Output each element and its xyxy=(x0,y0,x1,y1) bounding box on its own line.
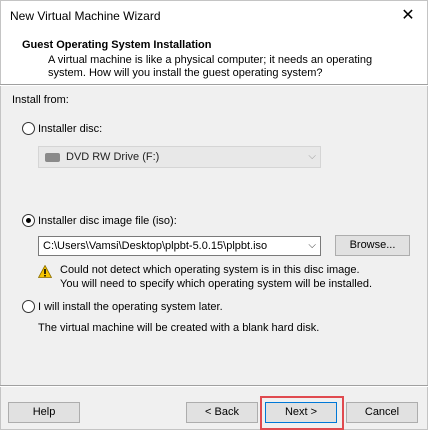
install-later-note: The virtual machine will be created with… xyxy=(38,322,320,334)
radio-circle[interactable] xyxy=(22,300,35,313)
iso-path-combobox[interactable]: C:\Users\Vamsi\Desktop\plpbt-5.0.15\plpb… xyxy=(38,236,321,256)
help-button[interactable]: Help xyxy=(8,402,80,423)
chevron-down-icon[interactable]: ⌵ xyxy=(308,240,316,251)
chevron-down-icon: ⌵ xyxy=(308,151,316,162)
install-from-label: Install from: xyxy=(12,94,69,106)
warning-icon xyxy=(38,265,52,278)
window-title: New Virtual Machine Wizard xyxy=(10,9,161,23)
cancel-button[interactable]: Cancel xyxy=(346,402,418,423)
warning-line-2: You will need to specify which operating… xyxy=(60,278,373,290)
radio-label: Installer disc image file (iso): xyxy=(38,214,177,227)
iso-path-value[interactable]: C:\Users\Vamsi\Desktop\plpbt-5.0.15\plpb… xyxy=(43,240,267,252)
disc-drive-select: DVD RW Drive (F:) ⌵ xyxy=(38,146,321,168)
warning-message: Could not detect which operating system … xyxy=(60,263,372,291)
page-description: A virtual machine is like a physical com… xyxy=(48,54,373,79)
wizard-header: Guest Operating System Installation A vi… xyxy=(0,31,428,84)
radio-iso-image[interactable]: Installer disc image file (iso): xyxy=(22,214,177,227)
next-button-highlight xyxy=(260,396,344,430)
browse-button[interactable]: Browse... xyxy=(335,235,410,256)
title-bar: New Virtual Machine Wizard ✕ xyxy=(0,0,428,31)
dvd-drive-icon xyxy=(45,152,60,162)
radio-installer-disc[interactable]: Installer disc: xyxy=(22,122,102,135)
disc-drive-value: DVD RW Drive (F:) xyxy=(66,151,160,163)
wizard-body xyxy=(0,86,428,430)
radio-circle[interactable] xyxy=(22,214,35,227)
radio-circle[interactable] xyxy=(22,122,35,135)
footer-divider xyxy=(0,385,428,387)
radio-label: I will install the operating system late… xyxy=(38,300,223,313)
radio-label: Installer disc: xyxy=(38,122,103,135)
radio-install-later[interactable]: I will install the operating system late… xyxy=(22,300,223,313)
page-title: Guest Operating System Installation xyxy=(22,39,212,51)
warning-line-1: Could not detect which operating system … xyxy=(60,264,360,276)
back-button[interactable]: < Back xyxy=(186,402,258,423)
close-icon[interactable]: ✕ xyxy=(389,1,427,31)
